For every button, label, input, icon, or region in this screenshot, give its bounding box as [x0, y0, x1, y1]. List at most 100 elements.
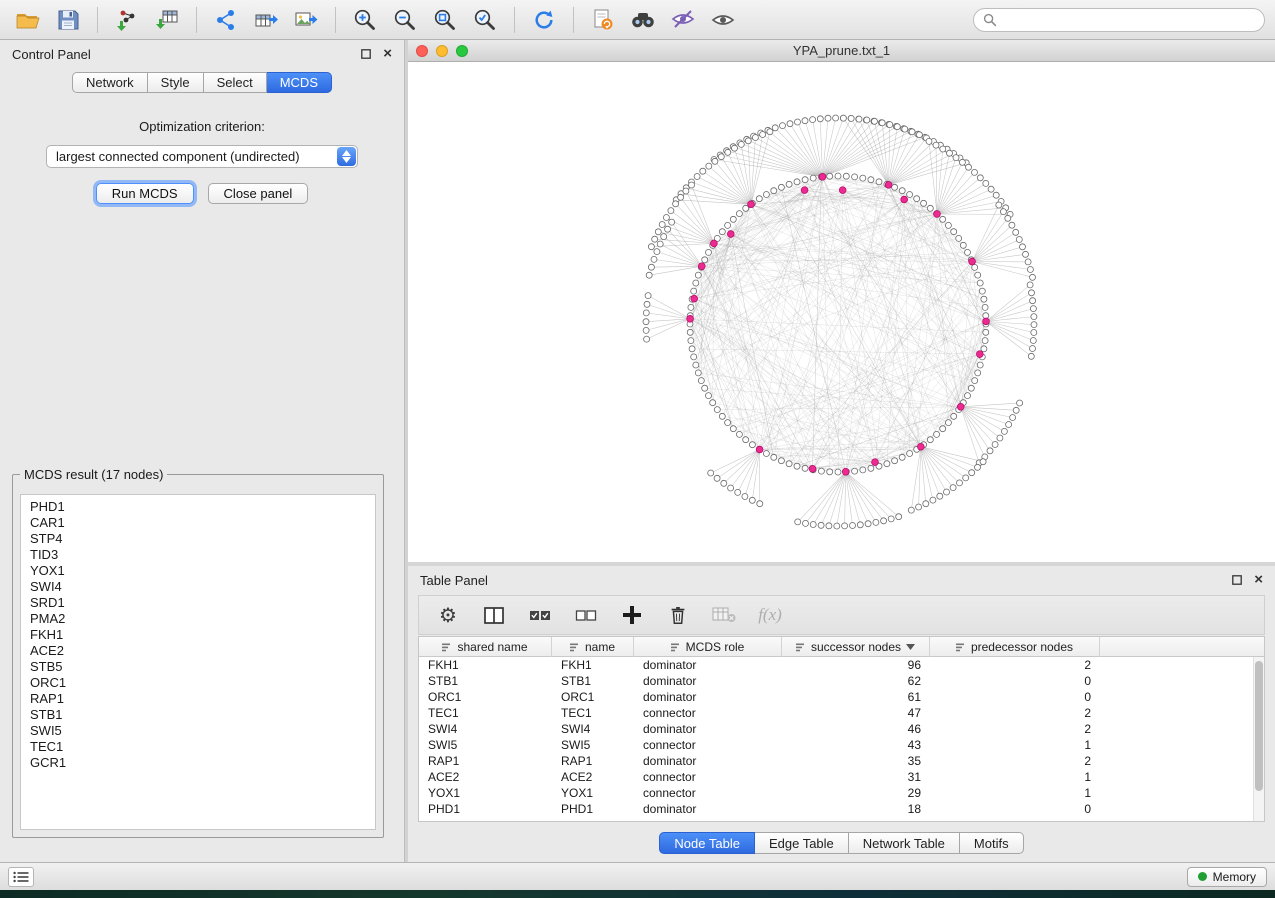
float-panel-icon[interactable] — [1232, 575, 1242, 585]
cell-predecessors[interactable]: 1 — [930, 738, 1100, 752]
tab-network[interactable]: Network — [72, 72, 148, 93]
column-header-name[interactable]: name — [552, 637, 634, 657]
import-network-button[interactable] — [109, 4, 145, 36]
mcds-result-item[interactable]: RAP1 — [30, 691, 375, 707]
import-table-button[interactable] — [149, 4, 185, 36]
table-row[interactable]: STB1STB1dominator620 — [419, 673, 1253, 689]
export-table-button[interactable] — [248, 4, 284, 36]
cell-role[interactable]: connector — [634, 786, 782, 800]
open-button[interactable] — [10, 4, 46, 36]
cell-predecessors[interactable]: 0 — [930, 690, 1100, 704]
mcds-result-item[interactable]: PMA2 — [30, 611, 375, 627]
tab-style[interactable]: Style — [148, 72, 204, 93]
tab-select[interactable]: Select — [204, 72, 267, 93]
search-network-button[interactable] — [625, 4, 661, 36]
mcds-result-item[interactable]: STP4 — [30, 531, 375, 547]
mcds-result-item[interactable]: SWI4 — [30, 579, 375, 595]
cell-shared-name[interactable]: SWI5 — [419, 738, 552, 752]
cell-successors[interactable]: 96 — [782, 658, 930, 672]
table-row[interactable]: ACE2ACE2connector311 — [419, 769, 1253, 785]
export-document-button[interactable] — [585, 4, 621, 36]
cell-name[interactable]: SWI5 — [552, 738, 634, 752]
cell-predecessors[interactable]: 2 — [930, 706, 1100, 720]
cell-predecessors[interactable]: 0 — [930, 674, 1100, 688]
zoom-out-button[interactable] — [387, 4, 423, 36]
cell-successors[interactable]: 61 — [782, 690, 930, 704]
table-row[interactable]: PHD1PHD1dominator180 — [419, 801, 1253, 817]
show-all-button[interactable] — [705, 4, 741, 36]
network-graph[interactable] — [408, 62, 1275, 562]
table-row[interactable]: SWI4SWI4dominator462 — [419, 721, 1253, 737]
cell-predecessors[interactable]: 2 — [930, 658, 1100, 672]
cell-name[interactable]: SWI4 — [552, 722, 634, 736]
cell-role[interactable]: dominator — [634, 722, 782, 736]
cell-successors[interactable]: 62 — [782, 674, 930, 688]
minimize-window-icon[interactable] — [436, 45, 448, 57]
tab-network-table[interactable]: Network Table — [849, 832, 960, 854]
table-scrollbar[interactable] — [1253, 657, 1264, 821]
cell-predecessors[interactable]: 2 — [930, 754, 1100, 768]
cell-role[interactable]: dominator — [634, 802, 782, 816]
table-row[interactable]: YOX1YOX1connector291 — [419, 785, 1253, 801]
cell-predecessors[interactable]: 1 — [930, 786, 1100, 800]
close-panel-icon[interactable]: × — [383, 49, 392, 59]
scrollbar-thumb[interactable] — [1255, 661, 1263, 791]
cell-name[interactable]: ORC1 — [552, 690, 634, 704]
tab-edge-table[interactable]: Edge Table — [755, 832, 849, 854]
zoom-fit-button[interactable] — [427, 4, 463, 36]
cell-successors[interactable]: 29 — [782, 786, 930, 800]
cell-role[interactable]: connector — [634, 738, 782, 752]
cell-shared-name[interactable]: PHD1 — [419, 802, 552, 816]
cell-role[interactable]: dominator — [634, 690, 782, 704]
mcds-result-item[interactable]: SRD1 — [30, 595, 375, 611]
table-row[interactable]: SWI5SWI5connector431 — [419, 737, 1253, 753]
cell-name[interactable]: YOX1 — [552, 786, 634, 800]
cell-predecessors[interactable]: 1 — [930, 770, 1100, 784]
export-image-button[interactable] — [288, 4, 324, 36]
mcds-result-item[interactable]: STB1 — [30, 707, 375, 723]
delete-table-button[interactable] — [711, 602, 737, 628]
cell-shared-name[interactable]: ORC1 — [419, 690, 552, 704]
close-panel-button[interactable]: Close panel — [208, 183, 309, 204]
cell-name[interactable]: STB1 — [552, 674, 634, 688]
cell-predecessors[interactable]: 0 — [930, 802, 1100, 816]
cell-role[interactable]: connector — [634, 770, 782, 784]
cell-name[interactable]: ACE2 — [552, 770, 634, 784]
cell-successors[interactable]: 31 — [782, 770, 930, 784]
export-network-button[interactable] — [208, 4, 244, 36]
tab-mcds[interactable]: MCDS — [267, 72, 332, 93]
mcds-result-item[interactable]: CAR1 — [30, 515, 375, 531]
cell-name[interactable]: FKH1 — [552, 658, 634, 672]
zoom-in-button[interactable] — [347, 4, 383, 36]
table-settings-button[interactable]: ⚙ — [435, 602, 461, 628]
global-search[interactable] — [973, 8, 1265, 32]
mcds-result-item[interactable]: GCR1 — [30, 755, 375, 771]
show-column-button[interactable] — [481, 602, 507, 628]
cell-role[interactable]: dominator — [634, 658, 782, 672]
mcds-result-item[interactable]: ACE2 — [30, 643, 375, 659]
search-input[interactable] — [1003, 13, 1255, 27]
cell-successors[interactable]: 18 — [782, 802, 930, 816]
cell-shared-name[interactable]: FKH1 — [419, 658, 552, 672]
cell-role[interactable]: connector — [634, 706, 782, 720]
table-row[interactable]: TEC1TEC1connector472 — [419, 705, 1253, 721]
column-header-shared-name[interactable]: shared name — [419, 637, 552, 657]
table-row[interactable]: ORC1ORC1dominator610 — [419, 689, 1253, 705]
float-panel-icon[interactable] — [361, 49, 371, 59]
cell-shared-name[interactable]: ACE2 — [419, 770, 552, 784]
criterion-dropdown[interactable]: largest connected component (undirected) — [46, 145, 358, 168]
zoom-selected-button[interactable] — [467, 4, 503, 36]
function-builder-button[interactable]: f(x) — [757, 602, 783, 628]
cell-successors[interactable]: 35 — [782, 754, 930, 768]
column-header-mcds-role[interactable]: MCDS role — [634, 637, 782, 657]
tab-node-table[interactable]: Node Table — [659, 832, 755, 854]
mcds-result-item[interactable]: TEC1 — [30, 739, 375, 755]
memory-button[interactable]: Memory — [1187, 867, 1267, 887]
cell-role[interactable]: dominator — [634, 754, 782, 768]
cell-successors[interactable]: 47 — [782, 706, 930, 720]
mcds-result-item[interactable]: STB5 — [30, 659, 375, 675]
delete-column-button[interactable] — [665, 602, 691, 628]
cell-successors[interactable]: 46 — [782, 722, 930, 736]
column-header-successor-nodes[interactable]: successor nodes — [782, 637, 930, 657]
mcds-result-list[interactable]: PHD1CAR1STP4TID3YOX1SWI4SRD1PMA2FKH1ACE2… — [20, 494, 376, 830]
